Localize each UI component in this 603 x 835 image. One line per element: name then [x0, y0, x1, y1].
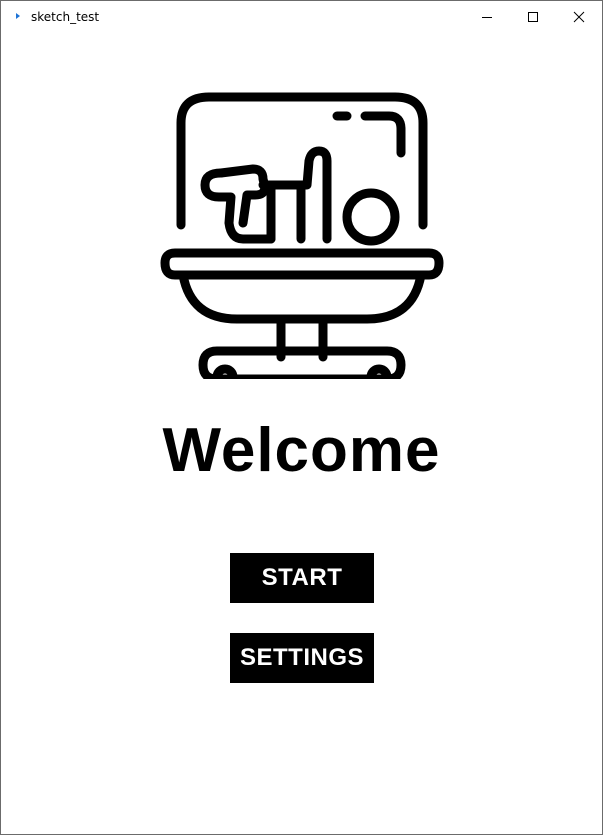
minimize-button[interactable] [464, 1, 510, 33]
settings-button[interactable]: SETTINGS [230, 633, 374, 683]
app-window: sketch_test Welcome START SETTINGS [0, 0, 603, 835]
welcome-heading: Welcome [162, 416, 441, 485]
close-icon [573, 11, 585, 23]
app-icon [16, 13, 20, 19]
minimize-icon [482, 17, 492, 18]
sketch-canvas: Welcome START SETTINGS [1, 33, 602, 834]
window-title: sketch_test [31, 10, 100, 24]
baby-incubator-icon [160, 92, 444, 379]
title-bar[interactable]: sketch_test [1, 1, 602, 33]
start-button[interactable]: START [230, 553, 374, 603]
maximize-button[interactable] [510, 1, 556, 33]
maximize-icon [528, 12, 538, 22]
close-button[interactable] [556, 1, 602, 33]
